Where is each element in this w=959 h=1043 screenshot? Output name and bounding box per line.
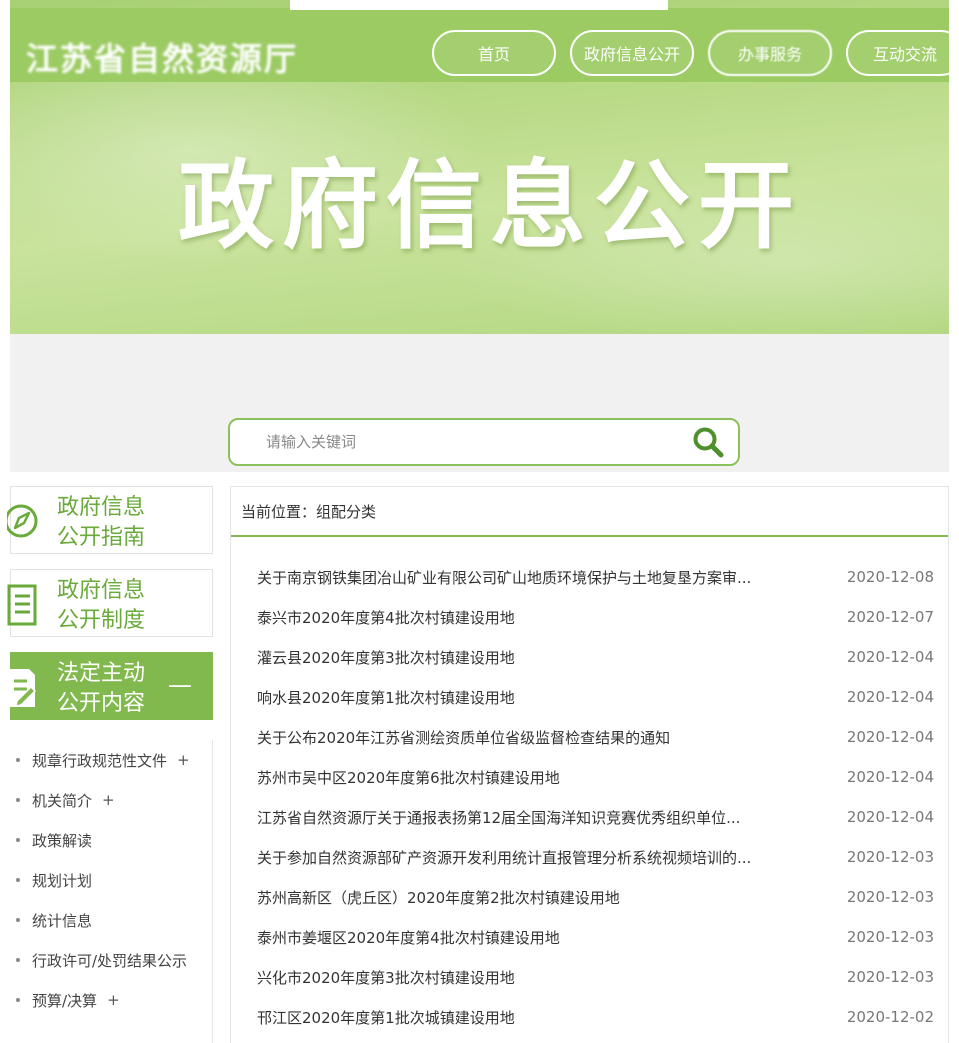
news-title-link[interactable]: 关于参加自然资源部矿产资源开发利用统计直报管理分析系统视频培训的...	[257, 847, 797, 868]
edit-document-icon	[7, 667, 41, 715]
news-date: 2020-12-04	[846, 688, 934, 706]
sidebar-item-label: 机关简介	[32, 791, 93, 810]
expand-icon[interactable]: +	[107, 991, 120, 1009]
sidebar-card-guide-label: 政府信息公开指南	[57, 495, 146, 550]
top-nav-bar: 江苏省自然资源厅 首页 政府信息公开 办事服务 互动交流	[10, 0, 949, 82]
sidebar-card-public-content-label: 法定主动公开内容	[57, 661, 146, 716]
news-title-link[interactable]: 响水县2020年度第1批次村镇建设用地	[257, 687, 797, 708]
bullet-icon	[16, 918, 20, 922]
bullet-icon	[16, 958, 20, 962]
search-band	[10, 334, 949, 472]
sidebar-item-label: 行政许可/处罚结果公示	[32, 951, 188, 970]
nav-home[interactable]: 首页	[432, 30, 556, 76]
news-list: 关于南京钢铁集团冶山矿业有限公司矿山地质环境保护与土地复垦方案审... 2020-…	[231, 537, 948, 1037]
sidebar-item-agency-intro[interactable]: 机关简介 +	[10, 780, 212, 820]
sidebar-card-system-label: 政府信息公开制度	[57, 578, 146, 633]
news-row[interactable]: 苏州高新区（虎丘区）2020年度第2批次村镇建设用地 2020-12-03	[231, 877, 948, 917]
sidebar-card-guide[interactable]: 政府信息公开指南	[4, 486, 213, 554]
sidebar-item-budget[interactable]: 预算/决算 +	[10, 980, 212, 1020]
nav-interaction[interactable]: 互动交流	[846, 30, 949, 76]
sidebar-item-policy-interpretation[interactable]: 政策解读	[10, 820, 212, 860]
sidebar-item-regulations[interactable]: 规章行政规范性文件 +	[10, 740, 212, 780]
news-date: 2020-12-03	[846, 888, 934, 906]
hero-title: 政府信息公开	[178, 150, 802, 262]
sidebar-item-label: 预算/决算	[32, 991, 98, 1010]
nav-services[interactable]: 办事服务	[708, 30, 832, 76]
news-row[interactable]: 响水县2020年度第1批次村镇建设用地 2020-12-04	[231, 677, 948, 717]
bullet-icon	[16, 998, 20, 1002]
news-row[interactable]: 江苏省自然资源厅关于通报表扬第12届全国海洋知识竞赛优秀组织单位... 2020-…	[231, 797, 948, 837]
topbar-notch	[290, 0, 668, 10]
bullet-icon	[16, 798, 20, 802]
news-title-link[interactable]: 泰州市姜堰区2020年度第4批次村镇建设用地	[257, 927, 797, 948]
search-box	[228, 418, 740, 466]
news-row[interactable]: 泰州市姜堰区2020年度第4批次村镇建设用地 2020-12-03	[231, 917, 948, 957]
expand-icon[interactable]: +	[102, 791, 115, 809]
news-date: 2020-12-04	[846, 728, 934, 746]
header-banner: 江苏省自然资源厅 首页 政府信息公开 办事服务 互动交流 政府信息公开	[10, 0, 949, 334]
news-row[interactable]: 邗江区2020年度第1批次城镇建设用地 2020-12-02	[231, 997, 948, 1037]
collapse-icon[interactable]: —	[168, 671, 192, 699]
news-date: 2020-12-03	[846, 928, 934, 946]
sidebar-card-public-content[interactable]: 法定主动公开内容 —	[7, 652, 213, 720]
news-date: 2020-12-03	[846, 968, 934, 986]
news-date: 2020-12-08	[846, 568, 934, 586]
news-title-link[interactable]: 兴化市2020年度第3批次村镇建设用地	[257, 967, 797, 988]
sidebar-card-system[interactable]: 政府信息公开制度	[7, 569, 213, 637]
news-title-link[interactable]: 江苏省自然资源厅关于通报表扬第12届全国海洋知识竞赛优秀组织单位...	[257, 807, 797, 828]
sidebar-item-label: 规划计划	[32, 871, 93, 890]
sidebar-item-permits-penalties[interactable]: 行政许可/处罚结果公示	[10, 940, 212, 980]
site-title[interactable]: 江苏省自然资源厅	[26, 34, 298, 80]
main-content: 当前位置：组配分类 关于南京钢铁集团冶山矿业有限公司矿山地质环境保护与土地复垦方…	[230, 486, 949, 1043]
news-title-link[interactable]: 邗江区2020年度第1批次城镇建设用地	[257, 1007, 797, 1028]
sidebar-item-planning[interactable]: 规划计划	[10, 860, 212, 900]
sidebar-item-label: 统计信息	[32, 911, 93, 930]
sidebar-item-label: 规章行政规范性文件	[32, 751, 168, 770]
news-title-link[interactable]: 苏州市吴中区2020年度第6批次村镇建设用地	[257, 767, 797, 788]
search-input[interactable]	[230, 420, 678, 464]
bullet-icon	[16, 878, 20, 882]
news-date: 2020-12-07	[846, 608, 934, 626]
news-date: 2020-12-03	[846, 848, 934, 866]
news-row[interactable]: 关于公布2020年江苏省测绘资质单位省级监督检查结果的通知 2020-12-04	[231, 717, 948, 757]
news-row[interactable]: 苏州市吴中区2020年度第6批次村镇建设用地 2020-12-04	[231, 757, 948, 797]
search-icon[interactable]	[678, 420, 738, 464]
news-row[interactable]: 兴化市2020年度第3批次村镇建设用地 2020-12-03	[231, 957, 948, 997]
news-title-link[interactable]: 苏州高新区（虎丘区）2020年度第2批次村镇建设用地	[257, 887, 797, 908]
sidebar-item-label: 政策解读	[32, 831, 93, 850]
sidebar-sub-list: 规章行政规范性文件 + 机关简介 + 政策解读 规划计划 统计信息 行政许可/处…	[10, 740, 213, 1043]
breadcrumb: 当前位置：组配分类	[231, 487, 948, 537]
news-date: 2020-12-04	[846, 808, 934, 826]
news-row[interactable]: 泰兴市2020年度第4批次村镇建设用地 2020-12-07	[231, 597, 948, 637]
sidebar-item-statistics[interactable]: 统计信息	[10, 900, 212, 940]
news-date: 2020-12-04	[846, 648, 934, 666]
expand-icon[interactable]: +	[177, 751, 190, 769]
sidebar: 政府信息公开指南 政府信息公开制度 法定主动公开内容 — 规章行政规范性文件 +…	[4, 486, 213, 1043]
news-row[interactable]: 关于参加自然资源部矿产资源开发利用统计直报管理分析系统视频培训的... 2020-…	[231, 837, 948, 877]
compass-icon	[4, 501, 41, 545]
news-title-link[interactable]: 泰兴市2020年度第4批次村镇建设用地	[257, 607, 797, 628]
bullet-icon	[16, 838, 20, 842]
news-date: 2020-12-02	[846, 1008, 934, 1026]
news-title-link[interactable]: 灌云县2020年度第3批次村镇建设用地	[257, 647, 797, 668]
news-title-link[interactable]: 关于南京钢铁集团冶山矿业有限公司矿山地质环境保护与土地复垦方案审...	[257, 567, 797, 588]
bullet-icon	[16, 758, 20, 762]
news-date: 2020-12-04	[846, 768, 934, 786]
news-row[interactable]: 关于南京钢铁集团冶山矿业有限公司矿山地质环境保护与土地复垦方案审... 2020-…	[231, 557, 948, 597]
news-row[interactable]: 灌云县2020年度第3批次村镇建设用地 2020-12-04	[231, 637, 948, 677]
news-title-link[interactable]: 关于公布2020年江苏省测绘资质单位省级监督检查结果的通知	[257, 727, 797, 748]
document-list-icon	[7, 584, 41, 632]
nav-gov-info[interactable]: 政府信息公开	[570, 30, 694, 76]
